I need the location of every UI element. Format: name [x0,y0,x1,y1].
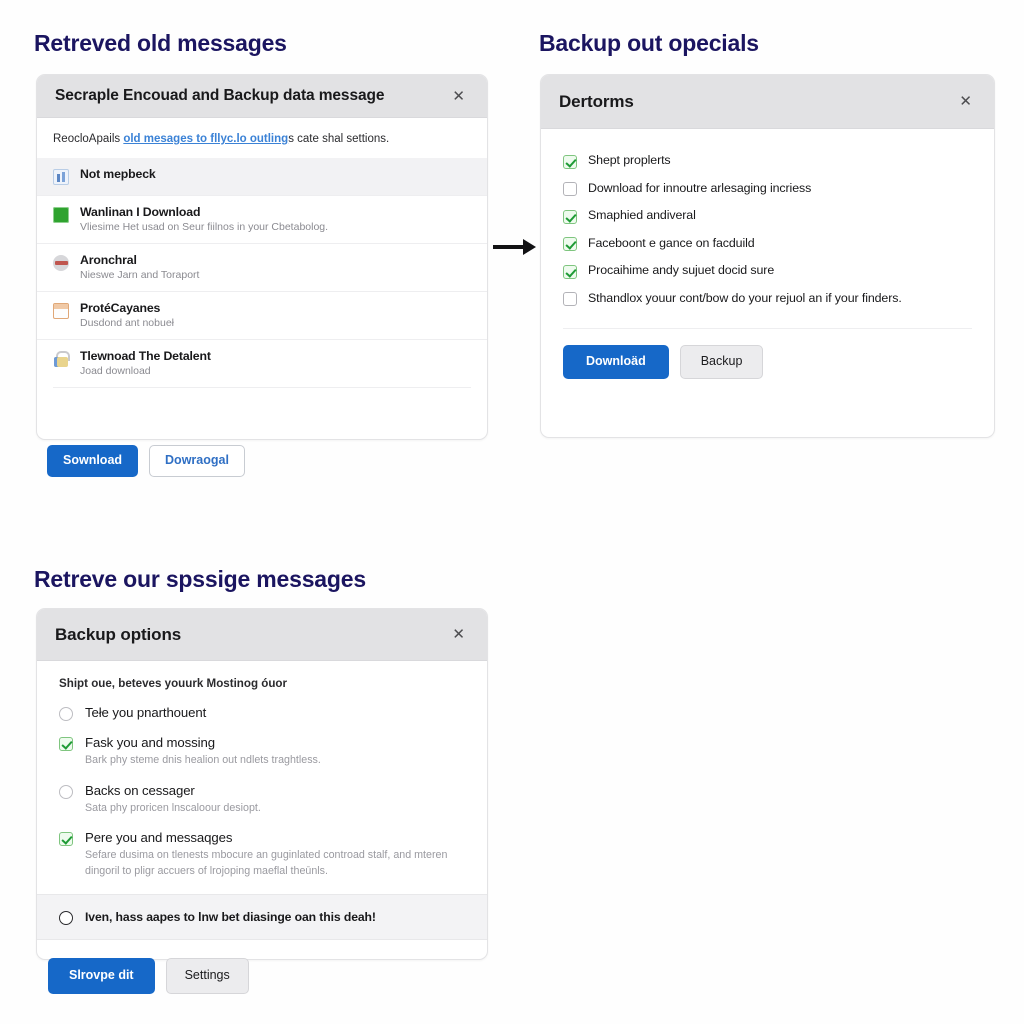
download-button[interactable]: Downloäd [563,345,669,379]
checkbox-checked-icon[interactable] [563,264,577,279]
checkbox-row[interactable]: Procaihime andy sujuet docid sure [563,257,972,285]
intro-before: ReocloApails [53,133,124,145]
list-item[interactable]: ProtéCayanes Dusdond ant nobueł [37,290,487,339]
disc-icon [53,254,69,271]
checkbox-checked-icon[interactable] [563,209,577,224]
panel-three-header: Backup options ✕ [37,609,487,661]
list-item-title: Wanlinan I Download [80,204,201,219]
close-icon[interactable]: ✕ [955,91,976,112]
option-row-highlighted[interactable]: Iven, hass aapes to lnw bet diasinge oan… [37,894,487,941]
panel-three-option-list: Tełe you pnarthouent Fask you and mossin… [37,696,487,886]
panel-two-body: Shept proplerts Download for innoutre ar… [541,129,994,379]
window-icon [53,302,69,319]
close-icon[interactable]: ✕ [448,86,469,107]
list-item-title: Aronchral [80,252,137,267]
checkbox-label: Shept proplerts [588,153,671,167]
panel-two-actions: Downloäd Backup [541,329,994,379]
panel-three-section-title: Retreve our spssige messages [34,566,366,592]
download-button[interactable]: Sownload [47,445,139,477]
green-square-icon [53,206,69,223]
panel-two-dialog-title: Dertorms [559,91,634,111]
list-item-subtitle: Dusdond ant nobueł [80,316,174,329]
settings-button[interactable]: Settings [165,958,249,994]
radio-unselected-icon[interactable] [59,784,73,799]
save-button[interactable]: Slrovpe dit [48,958,155,994]
list-item-title: Not mepbeck [80,166,156,181]
list-item[interactable]: Aronchral Nieswe Jarn and Toraport [37,242,487,291]
checkbox-label: Sthandlox youur cont/bow do your rejuol … [588,290,902,305]
option-row[interactable]: Tełe you pnarthouent [59,698,465,728]
checkbox-label: Procaihime andy sujuet docid sure [588,263,775,277]
divider [53,386,471,388]
panel-one-body: ReocloApails old mesages to fllyc.lo out… [37,118,487,388]
panel-three-intro: Shipt oue, beteves youurk Mostinog óuor [59,677,288,690]
intro-link[interactable]: old mesages to fllyc.lo outling [123,133,288,145]
option-title: Iven, hass aapes to lnw bet diasinge oan… [85,910,376,925]
checkbox-row[interactable]: Sthandlox youur cont/bow do your rejuol … [563,285,972,313]
option-subtitle: Bark phy steme dnis healion out ndlets t… [85,754,321,766]
intro-after: s cate shal settions. [288,133,390,145]
panel-one-dialog-title: Secraple Encouad and Backup data message [55,87,385,104]
option-title: Tełe you pnarthouent [85,705,207,720]
panel-two-dialog: Dertorms ✕ Shept proplerts Download for … [540,74,995,438]
checkbox-checked-icon[interactable] [563,154,577,169]
panel-two-header: Dertorms ✕ [541,75,994,129]
chart-icon [53,168,69,185]
checkbox-checked-icon[interactable] [59,736,73,751]
checkbox-unchecked-icon[interactable] [563,292,577,306]
checkbox-checked-icon[interactable] [59,831,73,846]
list-item-title: ProtéCayanes [80,300,161,315]
list-item[interactable]: Wanlinan I Download Vliesime Het usad on… [37,194,487,243]
checkbox-label: Faceboont e gance on facduild [588,235,755,250]
option-title: Pere you and messaqges [85,830,233,846]
checkbox-row[interactable]: Download for innoutre arlesaging incries… [563,175,972,203]
checkbox-checked-icon[interactable] [563,237,577,251]
option-subtitle: Sata phy proricen lnscaloour desiopt. [85,801,261,814]
lock-icon [53,350,70,367]
checkbox-unchecked-icon[interactable] [563,182,577,196]
option-title: Fask you and mossing [85,735,215,750]
list-item[interactable]: Tlewnoad The Detalent Joad download [37,338,487,387]
download-local-button[interactable]: Dowraogal [149,445,245,477]
close-icon[interactable]: ✕ [448,624,469,645]
option-subtitle: Sefare dusima on tlenests mbocure an gug… [85,849,448,877]
checkbox-label: Download for innoutre arlesaging incries… [588,180,812,195]
panel-three-dialog: Backup options ✕ Shipt oue, beteves youu… [36,608,488,960]
panel-one-section-title: Retreved old messages [34,30,287,56]
radio-unselected-icon[interactable] [59,707,73,721]
list-item-title: Tlewnoad The Detalent [80,348,211,363]
backup-button[interactable]: Backup [679,345,764,379]
list-item-subtitle: Vliesime Het usad on Seur fiilnos in you… [80,220,329,233]
list-item-subtitle: Nieswe Jarn and Toraport [80,268,200,281]
panel-three-body: Shipt oue, beteves youurk Mostinog óuor … [37,661,487,941]
option-row[interactable]: Backs on cessager Sata phy proricen lnsc… [59,776,465,824]
screenshot-canvas: Retreved old messages Secraple Encouad a… [0,0,1024,1024]
panel-three-dialog-title: Backup options [55,624,182,644]
panel-one-header: Secraple Encouad and Backup data message… [37,75,487,118]
checkbox-row[interactable]: Smaphied andiveral [563,202,972,230]
panel-two-checkbox-list: Shept proplerts Download for innoutre ar… [541,129,994,318]
radio-unselected-icon[interactable] [59,911,73,926]
arrow-right-icon [493,239,536,255]
checkbox-row[interactable]: Faceboont e gance on facduild [563,230,972,258]
panel-two-section-title: Backup out opecials [539,30,759,56]
option-title: Backs on cessager [85,782,195,798]
checkbox-label: Smaphied andiveral [588,208,696,222]
option-row[interactable]: Fask you and mossing Bark phy steme dnis… [59,728,465,776]
checkbox-row[interactable]: Shept proplerts [563,147,972,175]
list-item-subtitle: Joad download [80,364,151,377]
panel-one-dialog: Secraple Encouad and Backup data message… [36,74,488,440]
panel-one-intro: ReocloApails old mesages to fllyc.lo out… [37,118,487,158]
panel-three-actions: Slrovpe dit Settings [48,958,249,994]
panel-one-actions: Sownload Dowraogal [47,445,245,477]
list-item[interactable]: Not mepbeck [37,157,487,195]
option-row[interactable]: Pere you and messaqges Sefare dusima on … [59,823,465,886]
